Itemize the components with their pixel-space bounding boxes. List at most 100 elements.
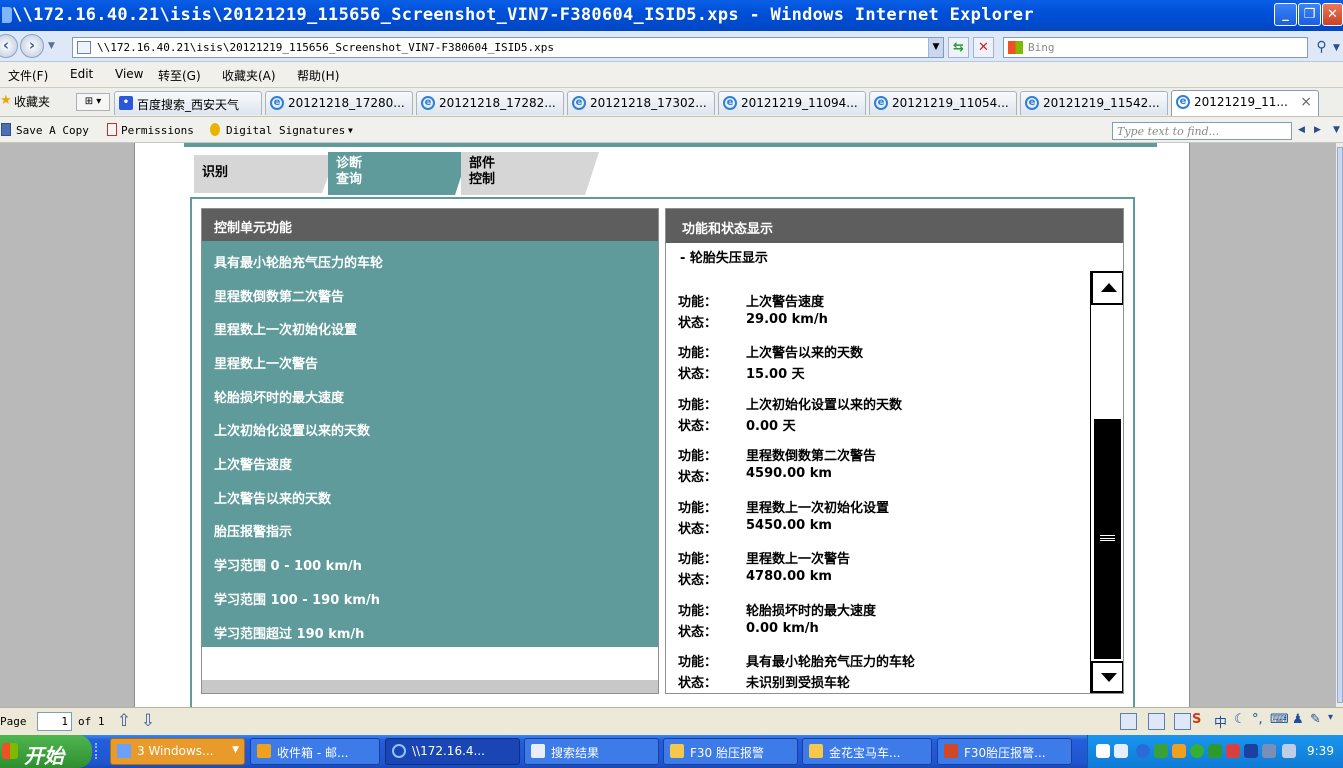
outlook-tray-icon[interactable] <box>1172 744 1186 758</box>
tab-component-control[interactable]: 部件 控制 <box>461 152 599 195</box>
fit-page-icon[interactable] <box>1120 713 1137 730</box>
close-button[interactable]: ✕ <box>1322 3 1343 26</box>
list-item[interactable]: 具有最小轮胎充气压力的车轮 <box>214 252 383 271</box>
close-tab-icon[interactable]: × <box>1300 94 1312 110</box>
ime-chinese-icon[interactable]: 中 <box>1214 712 1227 731</box>
menu-favorites[interactable]: 收藏夹(A) <box>222 67 276 84</box>
task-folder-f30[interactable]: F30 胎压报警 <box>663 738 798 765</box>
user-icon[interactable]: ♟ <box>1292 712 1304 727</box>
address-dropdown-icon[interactable]: ▼ <box>928 38 943 57</box>
recent-pages-chevron-icon[interactable]: ▼ <box>48 41 55 51</box>
refresh-icon[interactable]: ⇆ <box>948 37 969 58</box>
list-item[interactable]: 上次警告以来的天数 <box>214 488 331 507</box>
scroll-down-icon[interactable] <box>1091 661 1123 693</box>
quick-launch-handle[interactable] <box>95 743 105 759</box>
task-windows-group[interactable]: 3 Windows... ▼ <box>110 738 245 765</box>
taskbar: 开始 3 Windows... ▼ 收件箱 - 邮... \\172.16.4.… <box>0 735 1343 768</box>
fit-width-icon[interactable] <box>1148 713 1165 730</box>
permissions-button[interactable]: Permissions <box>121 124 194 137</box>
tab-diagnosis-query[interactable]: 诊断 查询 <box>328 152 469 195</box>
help-icon[interactable] <box>1096 744 1110 758</box>
viewport-scrollbar[interactable] <box>1336 143 1343 707</box>
tab-xps-2[interactable]: e 20121218_17282... <box>416 91 564 115</box>
forward-button[interactable]: › <box>20 34 44 58</box>
function-value: 里程数上一次警告 <box>746 552 851 567</box>
menu-view[interactable]: View <box>115 67 143 81</box>
menu-file[interactable]: 文件(F) <box>8 67 48 84</box>
search-input[interactable]: Bing <box>1003 37 1308 58</box>
favorites-star-icon[interactable]: ★ <box>0 93 12 108</box>
search-icon[interactable]: ⚲ <box>1311 37 1332 58</box>
tab-identify[interactable]: 识别 <box>194 155 336 193</box>
status-chevron-icon[interactable]: ▾ <box>1328 712 1333 723</box>
list-item[interactable]: 上次警告速度 <box>214 454 292 473</box>
search-options-chevron-icon[interactable]: ▼ <box>1333 43 1340 53</box>
digital-signatures-button[interactable]: Digital Signatures <box>226 124 345 137</box>
volume-icon[interactable] <box>1282 744 1296 758</box>
tab-xps-1[interactable]: e 20121218_17280... <box>265 91 413 115</box>
thumbnails-icon[interactable] <box>1174 713 1191 730</box>
task-outlook[interactable]: 收件箱 - 邮... <box>250 738 380 765</box>
menu-goto[interactable]: 转至(G) <box>158 67 201 84</box>
sogou-icon[interactable]: S <box>1192 712 1201 727</box>
keyboard-icon[interactable]: ⌨ <box>1270 712 1289 727</box>
start-button[interactable]: 开始 <box>0 735 92 768</box>
task-search-results[interactable]: 搜索结果 <box>524 738 659 765</box>
wrench-icon[interactable]: ✎ <box>1310 712 1321 727</box>
bluetooth-icon[interactable] <box>1244 744 1258 758</box>
network-icon[interactable] <box>1208 744 1222 758</box>
stop-icon[interactable]: ✕ <box>973 37 994 58</box>
menu-edit[interactable]: Edit <box>70 67 93 81</box>
recycle-icon[interactable] <box>1154 744 1168 758</box>
function-value: 里程数倒数第二次警告 <box>746 449 877 464</box>
list-item[interactable]: 学习范围 100 - 190 km/h <box>214 589 380 608</box>
minimize-button[interactable]: _ <box>1274 3 1297 26</box>
find-previous-icon[interactable]: ◀ <box>1298 125 1305 135</box>
next-page-icon[interactable]: ⇩ <box>138 711 158 731</box>
task-ie-active[interactable]: \\172.16.4... <box>385 738 520 765</box>
tab-xps-3[interactable]: e 20121218_17302... <box>567 91 715 115</box>
display-icon[interactable] <box>1262 744 1276 758</box>
status-scrollbar[interactable] <box>1090 271 1123 693</box>
pin-icon[interactable] <box>1114 744 1128 758</box>
scroll-thumb[interactable] <box>1094 419 1121 659</box>
sync-icon[interactable] <box>1190 744 1204 758</box>
task-powerpoint[interactable]: F30胎压报警... <box>937 738 1072 765</box>
menu-help[interactable]: 帮助(H) <box>297 67 339 84</box>
tab-xps-active[interactable]: e 20121219_11... × <box>1171 90 1319 116</box>
quick-tabs-button[interactable]: ⊞ ▾ <box>76 93 110 111</box>
tab-xps-4[interactable]: e 20121219_11094... <box>718 91 866 115</box>
function-value: 具有最小轮胎充气压力的车轮 <box>746 655 916 670</box>
list-item[interactable]: 胎压报警指示 <box>214 521 292 540</box>
ie-icon: e <box>572 96 586 110</box>
page-number-input[interactable]: 1 <box>37 712 72 731</box>
previous-page-icon[interactable]: ⇧ <box>114 711 134 731</box>
tab-xps-6[interactable]: e 20121219_11542... <box>1020 91 1168 115</box>
tab-xps-5[interactable]: e 20121219_11054... <box>869 91 1017 115</box>
security-icon[interactable] <box>1226 744 1240 758</box>
viewport-scroll-thumb[interactable] <box>1337 147 1343 703</box>
save-copy-button[interactable]: Save A Copy <box>16 124 89 137</box>
scroll-up-icon[interactable] <box>1091 271 1123 305</box>
back-button[interactable]: ‹ <box>0 34 18 58</box>
find-input[interactable]: Type text to find... <box>1112 122 1292 140</box>
address-input[interactable]: \\172.16.40.21\isis\20121219_115656_Scre… <box>72 37 944 58</box>
clock: 9:39 <box>1307 744 1334 758</box>
tab-baidu[interactable]: • 百度搜索_西安天气 <box>114 91 262 115</box>
list-item[interactable]: 里程数上一次初始化设置 <box>214 319 357 338</box>
moon-icon[interactable]: ☾ <box>1234 712 1246 727</box>
list-item[interactable]: 学习范围超过 190 km/h <box>214 623 364 642</box>
find-next-icon[interactable]: ▶ <box>1314 125 1321 135</box>
back-circle-icon[interactable] <box>1136 744 1150 758</box>
signatures-chevron-down-icon[interactable]: ▼ <box>348 126 353 135</box>
find-options-chevron-icon[interactable]: ▼ <box>1333 125 1340 135</box>
punctuation-icon[interactable]: °, <box>1252 712 1263 727</box>
list-item[interactable]: 里程数倒数第二次警告 <box>214 286 344 305</box>
task-folder-bmw[interactable]: 金花宝马车... <box>802 738 932 765</box>
list-item[interactable]: 学习范围 0 - 100 km/h <box>214 555 362 574</box>
list-item[interactable]: 里程数上一次警告 <box>214 353 318 372</box>
list-item[interactable]: 轮胎损坏时的最大速度 <box>214 387 344 406</box>
favorites-label[interactable]: 收藏夹 <box>14 93 50 110</box>
list-item[interactable]: 上次初始化设置以来的天数 <box>214 420 370 439</box>
restore-button[interactable]: ❐ <box>1298 3 1321 26</box>
